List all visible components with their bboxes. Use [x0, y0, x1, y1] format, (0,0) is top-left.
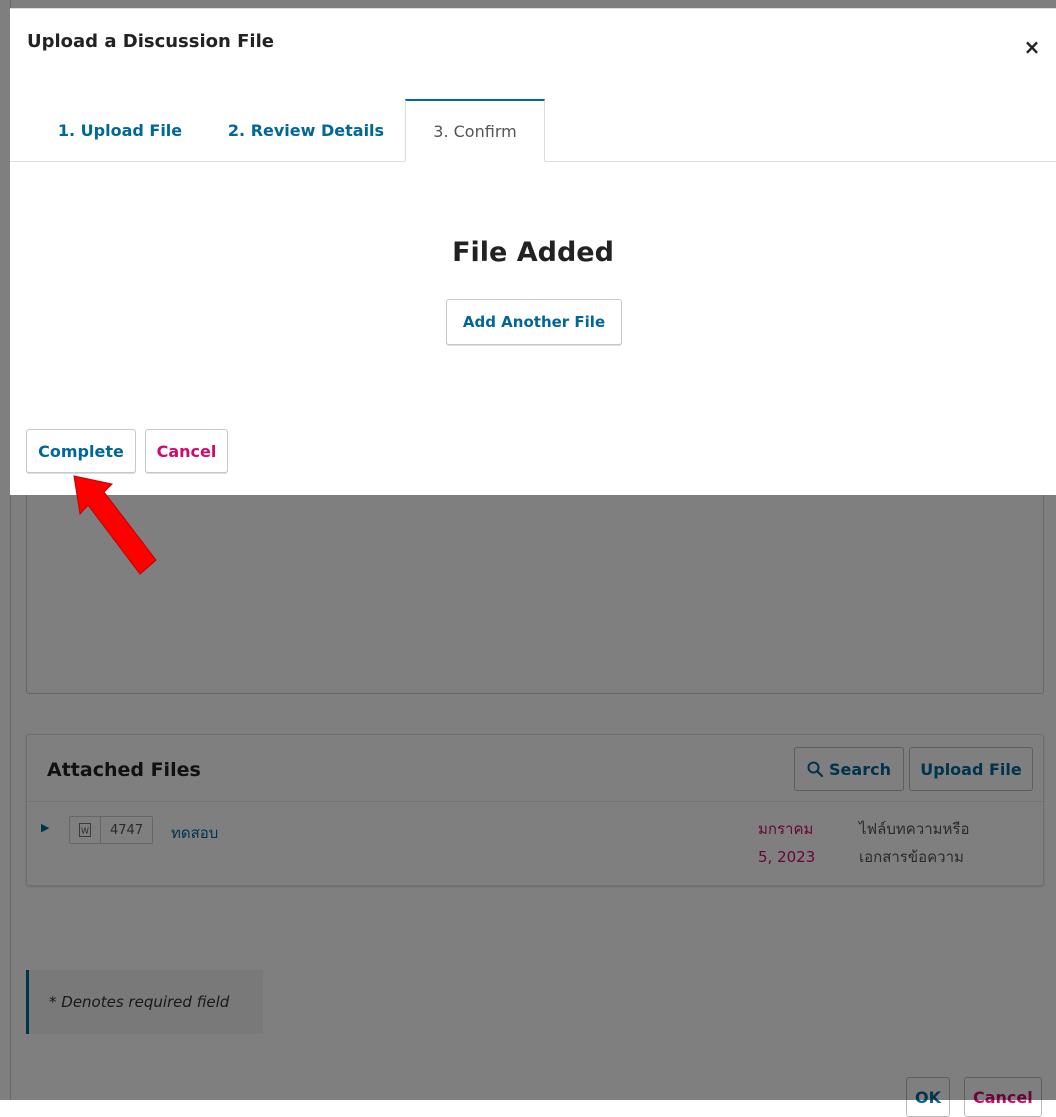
tab-confirm[interactable]: 3. Confirm: [405, 99, 545, 162]
upload-discussion-file-modal: Upload a Discussion File × 1. Upload Fil…: [10, 8, 1056, 495]
cancel-button[interactable]: Cancel: [145, 429, 228, 473]
file-added-heading: File Added: [452, 237, 614, 268]
tab-upload-file[interactable]: 1. Upload File: [32, 99, 208, 161]
add-another-file-button[interactable]: Add Another File: [446, 299, 622, 345]
modal-title: Upload a Discussion File: [27, 31, 274, 52]
complete-button[interactable]: Complete: [26, 429, 136, 473]
close-icon[interactable]: ×: [1020, 35, 1044, 59]
tab-review-details[interactable]: 2. Review Details: [208, 99, 404, 161]
red-arrow-annotation: [73, 475, 157, 575]
wizard-tabs: 1. Upload File 2. Review Details 3. Conf…: [10, 99, 1056, 162]
